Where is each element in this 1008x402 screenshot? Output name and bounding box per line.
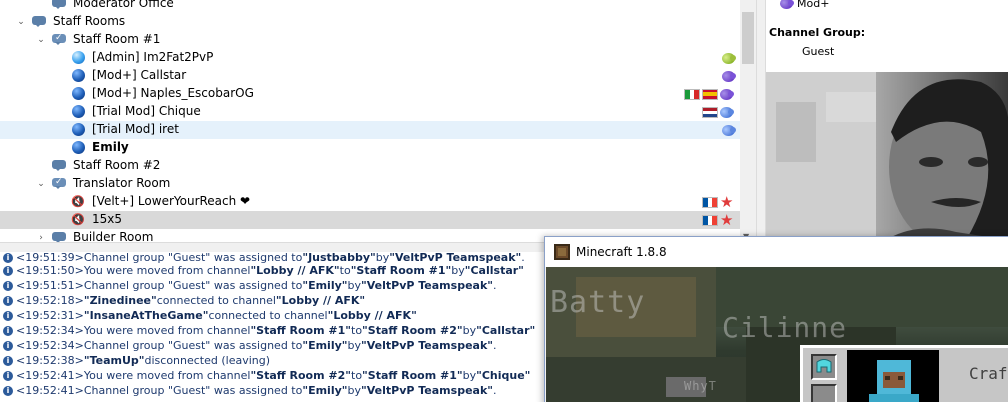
client-row[interactable]: [Trial Mod] Chique (0, 103, 740, 121)
mod-group-icon (780, 0, 794, 9)
info-icon: i (3, 295, 13, 306)
client-status-icon (72, 51, 85, 64)
minecraft-game-view[interactable]: Batty Cilinne WhyT Craf (546, 267, 1008, 402)
log-entry: i <19:52:31> "InsaneAtTheGame" connected… (3, 308, 417, 323)
channel-staff-room-2[interactable]: Staff Room #2 (0, 157, 740, 175)
log-entry: i <19:52:34> You were moved from channel… (3, 323, 535, 338)
chevron-right-icon[interactable]: › (36, 233, 46, 242)
info-icon: i (3, 340, 13, 351)
info-icon: i (3, 252, 13, 263)
scrollbar-thumb[interactable] (742, 12, 754, 64)
helmet-slot[interactable] (811, 354, 837, 380)
star-icon: ★ (720, 211, 734, 229)
player-nametag: Batty (550, 285, 646, 320)
client-row[interactable]: [Admin] Im2Fat2PvP (0, 49, 740, 67)
minecraft-app-icon (554, 244, 570, 260)
player-preview (847, 350, 939, 402)
channel-icon (52, 0, 66, 9)
log-entry: i <19:52:34> Channel group "Guest" was a… (3, 338, 497, 353)
info-icon: i (3, 385, 13, 396)
channel-icon (32, 16, 46, 27)
channel-icon (52, 160, 66, 171)
minecraft-window[interactable]: Minecraft 1.8.8 Batty Cilinne WhyT Craf (544, 236, 1008, 402)
client-status-icon (72, 87, 85, 100)
tree-scrollbar[interactable]: ▼ (740, 0, 756, 242)
log-entry: i <19:51:51> Channel group "Guest" was a… (3, 278, 497, 293)
log-entry: i <19:51:50> You were moved from channel… (3, 263, 524, 278)
client-row-selected[interactable]: [Trial Mod] iret (0, 121, 740, 139)
channel-staff-room-1[interactable]: ⌄ ✓ Staff Room #1 (0, 31, 740, 49)
player-nametag: Cilinne (722, 311, 848, 344)
log-entry: i <19:52:41> You were moved from channel… (3, 368, 530, 383)
muted-speaker-icon: 🔇 (71, 195, 85, 208)
client-status-icon (72, 69, 85, 82)
info-icon: i (3, 325, 13, 336)
log-entry: i <19:52:38> "TeamUp" disconnected (leav… (3, 353, 270, 368)
client-row[interactable]: 🔇 [Velt+] LowerYourReach ❤ ★ (0, 193, 740, 211)
chevron-down-icon[interactable]: ⌄ (36, 35, 46, 45)
france-flag-icon (702, 214, 718, 226)
client-row[interactable]: [Mod+] Callstar (0, 67, 740, 85)
channel-check-icon: ✓ (52, 177, 66, 189)
client-row-hovered[interactable]: 🔇 15x5 ★ (0, 211, 740, 229)
muted-speaker-icon: 🔇 (71, 213, 85, 226)
france-flag-icon (702, 196, 718, 208)
channel-avatar-image (766, 72, 1008, 240)
info-icon: i (3, 265, 13, 276)
star-icon: ★ (720, 193, 734, 211)
spain-flag-icon (702, 88, 718, 100)
channel-moderator-office[interactable]: Moderator Office (0, 0, 740, 13)
client-status-icon (72, 141, 85, 154)
channel-icon (52, 232, 66, 242)
chevron-down-icon[interactable]: ⌄ (16, 17, 26, 27)
info-icon: i (3, 310, 13, 321)
trial-mod-group-icon (720, 106, 734, 118)
channel-check-icon: ✓ (52, 33, 66, 45)
channel-staff-rooms[interactable]: ⌄ Staff Rooms (0, 13, 740, 31)
italy-flag-icon (684, 88, 700, 100)
channel-tree[interactable]: Moderator Office ⌄ Staff Rooms ⌄ ✓ Staff… (0, 0, 756, 242)
admin-group-icon (722, 52, 736, 64)
client-status-icon (72, 123, 85, 136)
window-title: Minecraft 1.8.8 (576, 245, 667, 259)
minecraft-title-bar[interactable]: Minecraft 1.8.8 (545, 237, 1008, 267)
inventory-panel[interactable]: Craf (800, 345, 1008, 402)
channel-group-value: Guest (802, 45, 835, 58)
info-panel: Mod+ Channel Group: Guest (766, 0, 1008, 240)
chestplate-slot[interactable] (811, 384, 837, 402)
client-row-self[interactable]: Emily (0, 139, 740, 157)
mod-group-icon (722, 70, 736, 82)
client-status-icon (72, 105, 85, 118)
client-row[interactable]: [Mod+] Naples_EscobarOG (0, 85, 740, 103)
channel-group-label: Channel Group: (769, 26, 866, 39)
log-entry: i <19:52:41> Channel group "Guest" was a… (3, 383, 497, 398)
info-icon: i (3, 370, 13, 381)
netherlands-flag-icon (702, 106, 718, 118)
mod-group-icon (720, 88, 734, 100)
log-entry: i <19:52:18> "Zinedinee" connected to ch… (3, 293, 365, 308)
player-nametag: WhyT (684, 379, 717, 393)
crafting-label: Craf (969, 364, 1008, 383)
info-icon: i (3, 280, 13, 291)
channel-translator-room[interactable]: ⌄ ✓ Translator Room (0, 175, 740, 193)
chevron-down-icon[interactable]: ⌄ (36, 179, 46, 189)
trial-mod-group-icon (722, 124, 736, 136)
info-icon: i (3, 355, 13, 366)
